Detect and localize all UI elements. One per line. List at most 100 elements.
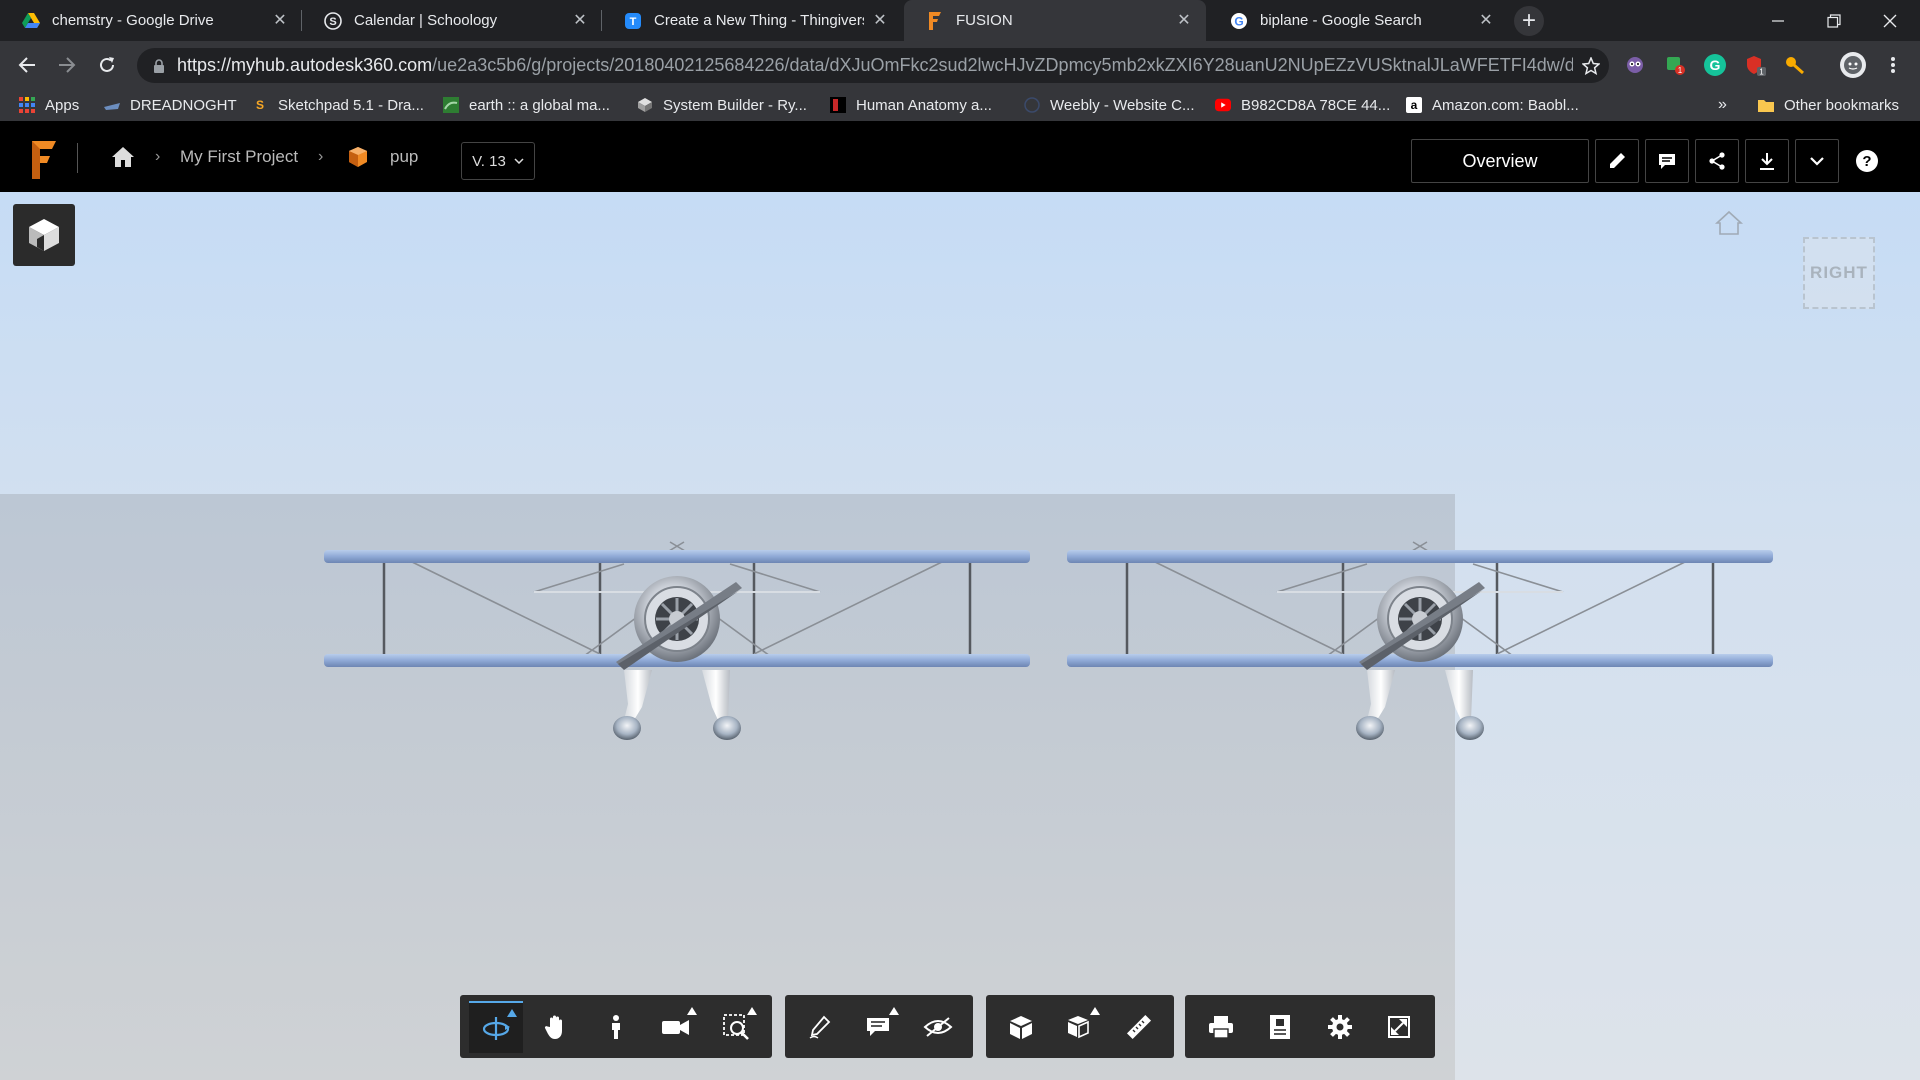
measure-tool-button[interactable]: [1112, 1001, 1165, 1053]
folder-icon: [1758, 97, 1774, 113]
bookmark-label: Amazon.com: Baobl...: [1432, 96, 1579, 114]
extension-puzzle-icon[interactable]: 1: [1664, 54, 1686, 76]
reload-button[interactable]: [91, 49, 123, 81]
edit-button[interactable]: [1595, 139, 1639, 183]
tab-google-search[interactable]: G biplane - Google Search ✕: [1208, 0, 1508, 41]
fusion-logo-icon[interactable]: [28, 141, 58, 179]
person-icon: [612, 1014, 620, 1039]
print-button[interactable]: [1194, 1001, 1248, 1053]
bookmark-amazon[interactable]: a Amazon.com: Baobl...: [1406, 89, 1579, 121]
tab-fusion[interactable]: FUSION ✕: [904, 0, 1206, 41]
tab-title: chemstry - Google Drive: [52, 12, 214, 29]
close-icon[interactable]: ✕: [572, 12, 588, 29]
close-icon[interactable]: ✕: [1176, 12, 1192, 29]
breadcrumb-item[interactable]: pup: [390, 121, 418, 192]
new-tab-button[interactable]: +: [1514, 6, 1544, 36]
home-button[interactable]: [111, 121, 135, 192]
tab-title: FUSION: [956, 12, 1013, 29]
forward-button[interactable]: [51, 49, 83, 81]
hand-icon: [544, 1015, 562, 1039]
markup-toolbar: [785, 995, 973, 1058]
bookmark-earth[interactable]: earth :: a global ma...: [443, 89, 610, 121]
markup-tool-button[interactable]: [794, 1001, 847, 1053]
more-options-button[interactable]: [1795, 139, 1839, 183]
tab-schoology[interactable]: S Calendar | Schoology ✕: [302, 0, 602, 41]
back-button[interactable]: [11, 49, 43, 81]
bookmark-label: Apps: [45, 96, 80, 114]
svg-text:?: ?: [1862, 153, 1871, 170]
share-button[interactable]: [1695, 139, 1739, 183]
bookmark-label: DREADNOGHT: [130, 96, 237, 114]
close-window-button[interactable]: [1862, 0, 1918, 41]
tab-title: Create a New Thing - Thingiverse: [654, 12, 864, 29]
fusion-header: › My First Project › pup V. 13 Overview …: [0, 121, 1920, 192]
address-bar[interactable]: https://myhub.autodesk360.com/ue2a3c5b6/…: [137, 48, 1609, 83]
bookmark-sketchpad[interactable]: S Sketchpad 5.1 - Dra...: [252, 89, 424, 121]
bookmark-label: B982CD8A 78CE 44...: [1241, 96, 1391, 114]
svg-text:T: T: [630, 16, 637, 28]
design-file-icon: [348, 121, 368, 192]
other-bookmarks-folder[interactable]: Other bookmarks: [1758, 89, 1899, 121]
biplane-model-left[interactable]: [322, 540, 1032, 742]
pan-tool-button[interactable]: [529, 1001, 583, 1053]
tab-google-drive[interactable]: chemstry - Google Drive ✕: [0, 0, 302, 41]
extension-shield-icon[interactable]: 1: [1744, 54, 1766, 76]
reload-icon: [100, 57, 114, 72]
bookmark-youtube-video[interactable]: B982CD8A 78CE 44...: [1215, 89, 1390, 121]
orbit-tool-button[interactable]: [469, 1000, 523, 1053]
breadcrumb-project[interactable]: My First Project: [180, 121, 298, 192]
bookmark-label: Sketchpad 5.1 - Dra...: [278, 96, 424, 114]
overview-button[interactable]: Overview: [1411, 139, 1589, 183]
key-icon[interactable]: [1784, 54, 1806, 76]
version-dropdown[interactable]: V. 13: [461, 142, 535, 180]
orbit-icon: [482, 1016, 510, 1040]
google-icon: G: [1230, 12, 1248, 30]
google-drive-icon: [22, 12, 40, 30]
close-icon[interactable]: ✕: [1478, 12, 1494, 29]
help-button[interactable]: ?: [1845, 139, 1889, 183]
svg-text:S: S: [329, 16, 336, 28]
comment-tool-button[interactable]: [853, 1001, 906, 1053]
extension-owl-icon[interactable]: [1624, 54, 1646, 76]
grammarly-icon[interactable]: G: [1704, 54, 1726, 76]
biplane-model-right[interactable]: [1065, 540, 1775, 742]
bookmark-label: System Builder - Ry...: [663, 96, 807, 114]
settings-button[interactable]: [1313, 1001, 1367, 1053]
bookmarks-overflow-button[interactable]: »: [1718, 89, 1727, 121]
comments-button[interactable]: [1645, 139, 1689, 183]
tab-thingiverse[interactable]: T Create a New Thing - Thingiverse ✕: [602, 0, 902, 41]
visibility-tool-button[interactable]: [911, 1001, 964, 1053]
fullscreen-button[interactable]: [1373, 1001, 1427, 1053]
download-icon: [1760, 153, 1774, 170]
close-icon[interactable]: ✕: [272, 12, 288, 29]
minimize-window-button[interactable]: [1750, 0, 1806, 41]
ruler-icon: [1126, 1014, 1151, 1039]
kebab-menu-icon[interactable]: [1882, 54, 1904, 76]
bookmarks-bar: Apps DREADNOGHT S Sketchpad 5.1 - Dra...…: [0, 89, 1920, 121]
printer-icon: [1208, 1015, 1233, 1039]
3d-viewport[interactable]: RIGHT: [0, 192, 1920, 1080]
bookmark-system-builder[interactable]: System Builder - Ry...: [637, 89, 807, 121]
bookmark-weebly[interactable]: Weebly - Website C...: [1024, 89, 1195, 121]
bookmark-star-icon[interactable]: [1573, 56, 1609, 75]
url-text: https://myhub.autodesk360.com/ue2a3c5b6/…: [177, 55, 1573, 76]
anatomy-icon: [830, 97, 846, 113]
bookmark-apps[interactable]: Apps: [19, 89, 79, 121]
zoom-window-tool-button[interactable]: [709, 1001, 763, 1053]
close-icon[interactable]: ✕: [872, 12, 888, 29]
walk-tool-button[interactable]: [589, 1001, 643, 1053]
profile-avatar-icon[interactable]: [1840, 52, 1866, 78]
properties-button[interactable]: [1254, 1001, 1308, 1053]
bookmark-dreadnoght[interactable]: DREADNOGHT: [104, 89, 237, 121]
weebly-icon: [1024, 97, 1040, 113]
camera-tool-button[interactable]: [649, 1001, 703, 1053]
bookmark-human-anatomy[interactable]: Human Anatomy a...: [830, 89, 992, 121]
model-browser-tool-button[interactable]: [995, 1001, 1048, 1053]
version-label: V. 13: [472, 152, 506, 170]
thingiverse-icon: T: [624, 12, 642, 30]
explode-tool-button[interactable]: [1054, 1001, 1107, 1053]
download-button[interactable]: [1745, 139, 1789, 183]
comment-icon: [867, 1017, 889, 1036]
restore-window-button[interactable]: [1806, 0, 1862, 41]
bookmark-label: Other bookmarks: [1784, 96, 1900, 114]
